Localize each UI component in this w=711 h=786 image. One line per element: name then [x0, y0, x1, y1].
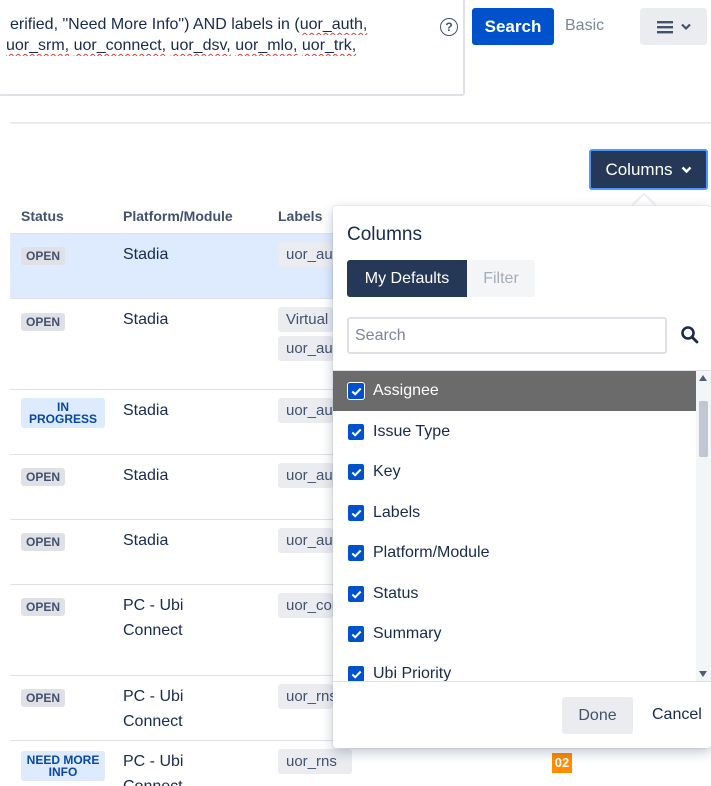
jql-query-input[interactable]: erified, "Need More Info") AND labels in… — [0, 0, 465, 96]
check-icon — [351, 549, 361, 558]
platform-cell: Stadia — [123, 402, 169, 419]
query-token: uor_mlo, — [235, 37, 298, 54]
column-header-labels[interactable]: Labels — [278, 208, 322, 224]
column-option-summary[interactable]: Summary — [333, 614, 696, 654]
basic-mode-link[interactable]: Basic — [565, 17, 604, 35]
checkbox-checked[interactable] — [347, 585, 365, 603]
column-option-label: Key — [373, 463, 401, 480]
query-token: uor_connect, — [73, 37, 167, 54]
scroll-up-arrow-icon[interactable] — [699, 375, 707, 381]
column-option-label: Summary — [373, 625, 442, 642]
check-icon — [351, 468, 361, 477]
columns-list[interactable]: Assignee Issue Type Key Labels Platform/… — [333, 370, 711, 682]
status-badge: OPEN — [21, 689, 66, 707]
label-tag[interactable]: uor_auth — [278, 336, 333, 361]
checkbox-checked[interactable] — [347, 625, 365, 643]
column-option-key[interactable]: Key — [333, 452, 696, 492]
label-tag[interactable]: uor_rns — [278, 749, 352, 774]
column-option-label: Issue Type — [373, 423, 451, 440]
status-badge: OPEN — [21, 533, 66, 551]
search-button[interactable]: Search — [472, 8, 554, 45]
label-tag[interactable]: uor_auth — [278, 463, 333, 488]
label-tag[interactable]: uor_auth — [278, 242, 333, 267]
search-icon[interactable] — [680, 325, 700, 345]
column-header-platform[interactable]: Platform/Module — [123, 208, 233, 224]
check-icon — [351, 630, 361, 639]
hamburger-icon — [656, 20, 673, 33]
column-header-status[interactable]: Status — [21, 208, 64, 224]
query-token: uor_dsv, — [170, 37, 231, 54]
columns-search-input[interactable] — [347, 317, 667, 354]
platform-cell: PC - Ubi Connect — [123, 688, 184, 730]
columns-panel: Columns My Defaults Filter Assignee Issu… — [333, 206, 711, 748]
query-token: uor_srm, — [6, 37, 70, 54]
label-tag[interactable]: Virtual — [278, 307, 333, 332]
column-option-assignee[interactable]: Assignee — [333, 371, 696, 411]
status-badge: NEED MORE INFO — [21, 751, 105, 781]
column-option-label: Labels — [373, 504, 421, 521]
label-tag[interactable]: uor_auth — [278, 398, 333, 423]
checkbox-checked[interactable] — [347, 423, 365, 441]
chevron-down-icon — [681, 166, 691, 173]
chevron-down-icon — [680, 23, 691, 30]
scroll-down-arrow-icon[interactable] — [699, 671, 707, 677]
column-option-label: Platform/Module — [373, 544, 490, 561]
query-line-1: erified, "Need More Info") AND labels in… — [10, 14, 427, 35]
column-option-labels[interactable]: Labels — [333, 493, 696, 533]
status-badge: OPEN — [21, 598, 66, 616]
platform-cell: Stadia — [123, 467, 169, 484]
query-token: uor_trk, — [301, 37, 357, 54]
label-tag[interactable]: uor_rns — [278, 684, 333, 709]
scroll-thumb[interactable] — [699, 401, 708, 457]
checkbox-checked[interactable] — [347, 382, 365, 400]
checkbox-checked[interactable] — [347, 665, 365, 681]
header-divider — [10, 122, 711, 124]
tab-filter[interactable]: Filter — [467, 260, 535, 297]
query-token: uor_auth, — [299, 16, 368, 33]
tab-my-defaults[interactable]: My Defaults — [347, 260, 467, 297]
columns-button-label: Columns — [605, 159, 673, 179]
query-line-2: uor_srm, uor_connect, uor_dsv, uor_mlo, … — [6, 35, 427, 56]
query-text: erified, "Need More Info") AND labels in… — [10, 16, 300, 33]
column-option-label: Status — [373, 585, 419, 602]
check-icon — [351, 428, 361, 437]
columns-button[interactable]: Columns — [589, 149, 708, 190]
status-badge: OPEN — [21, 313, 66, 331]
check-icon — [351, 509, 361, 518]
view-menu-button[interactable] — [640, 8, 707, 45]
done-button[interactable]: Done — [562, 697, 633, 734]
priority-badge: 02 — [552, 753, 572, 773]
status-badge: OPEN — [21, 247, 66, 265]
column-option-label: Assignee — [373, 382, 439, 399]
status-badge: IN PROGRESS — [21, 398, 105, 428]
column-option-ubi-priority[interactable]: Ubi Priority — [333, 654, 696, 682]
check-icon — [351, 590, 361, 599]
status-badge: OPEN — [21, 468, 66, 486]
column-option-issue-type[interactable]: Issue Type — [333, 412, 696, 452]
label-tag[interactable]: uor_connect — [278, 593, 333, 618]
check-icon — [351, 387, 361, 396]
checkbox-checked[interactable] — [347, 463, 365, 481]
platform-cell: Stadia — [123, 246, 169, 263]
column-option-platform-module[interactable]: Platform/Module — [333, 533, 696, 573]
panel-title: Columns — [347, 224, 422, 245]
check-icon — [351, 670, 361, 679]
column-option-label: Ubi Priority — [373, 665, 452, 682]
help-icon[interactable]: ? — [440, 18, 458, 36]
label-tag[interactable]: uor_auth — [278, 528, 333, 553]
checkbox-checked[interactable] — [347, 544, 365, 562]
platform-cell: PC - Ubi Connect — [123, 753, 184, 786]
platform-cell: PC - Ubi Connect — [123, 597, 184, 639]
columns-scrollbar[interactable] — [696, 371, 711, 681]
checkbox-checked[interactable] — [347, 504, 365, 522]
platform-cell: Stadia — [123, 532, 169, 549]
column-option-status[interactable]: Status — [333, 574, 696, 614]
cancel-button[interactable]: Cancel — [652, 706, 702, 724]
platform-cell: Stadia — [123, 311, 169, 328]
